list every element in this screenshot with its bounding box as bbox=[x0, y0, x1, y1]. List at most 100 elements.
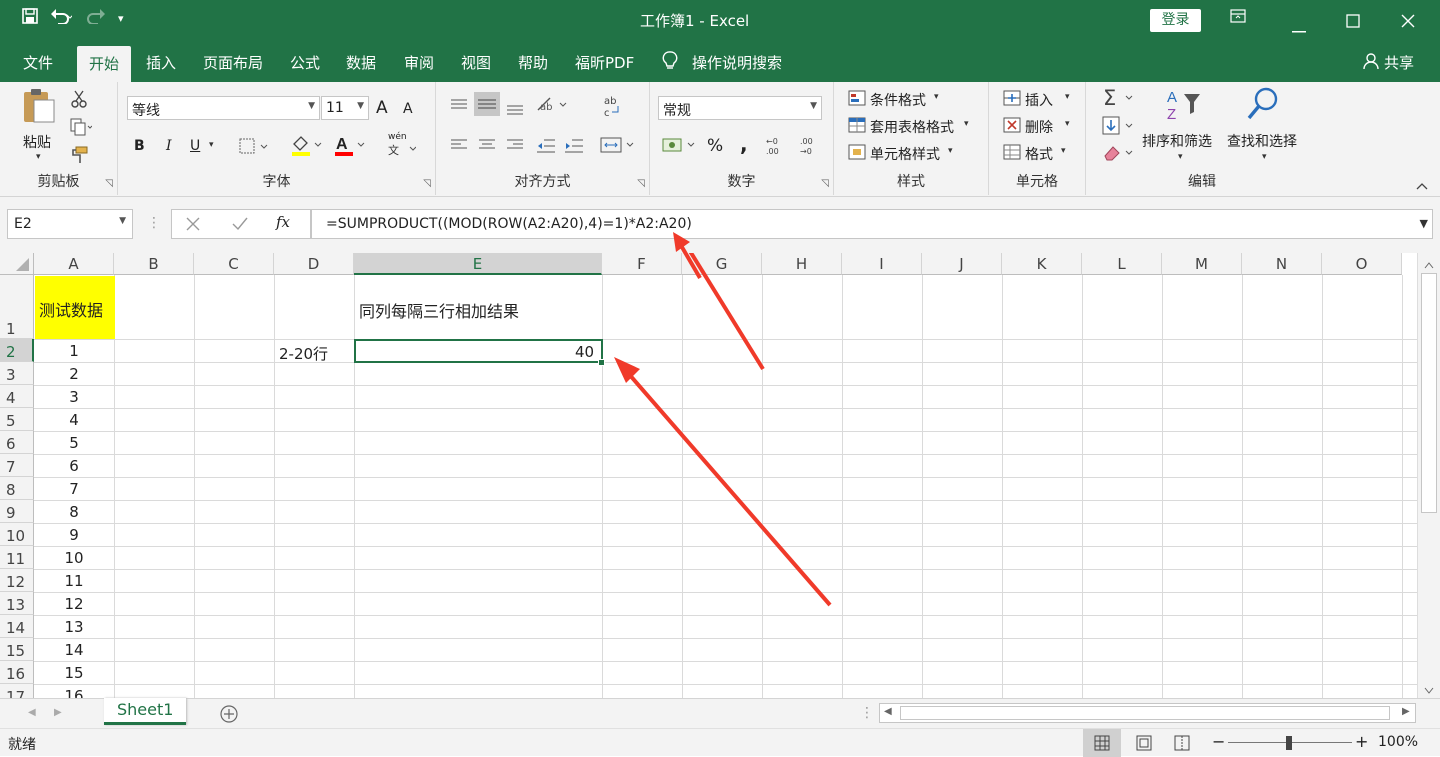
normal-view-button[interactable] bbox=[1083, 729, 1121, 757]
conditional-format-button[interactable]: 条件格式 bbox=[870, 90, 926, 110]
formula-input[interactable]: =SUMPRODUCT((MOD(ROW(A2:A20),4)=1)*A2:A2… bbox=[311, 209, 1433, 239]
insert-function-button[interactable]: fx bbox=[276, 213, 290, 231]
cell-a9[interactable]: 8 bbox=[34, 503, 114, 521]
align-top-icon[interactable] bbox=[450, 98, 468, 116]
format-table-button[interactable]: 套用表格格式 bbox=[870, 117, 954, 137]
vertical-scroll-thumb[interactable] bbox=[1421, 273, 1437, 513]
zoom-level[interactable]: 100% bbox=[1378, 734, 1418, 750]
align-left-icon[interactable] bbox=[450, 138, 468, 156]
cell-a11[interactable]: 10 bbox=[34, 549, 114, 567]
fill-handle[interactable] bbox=[598, 359, 605, 366]
tab-review[interactable]: 审阅 bbox=[404, 52, 434, 73]
number-launcher-icon[interactable]: ◹ bbox=[821, 178, 829, 189]
merge-center-icon[interactable] bbox=[600, 136, 636, 158]
tab-data[interactable]: 数据 bbox=[346, 52, 376, 73]
page-break-view-icon[interactable] bbox=[1174, 735, 1190, 755]
find-select-dropdown-icon[interactable]: ▾ bbox=[1262, 152, 1267, 162]
collapse-ribbon-icon[interactable] bbox=[1416, 178, 1428, 194]
pinyin-button[interactable]: wén bbox=[388, 132, 407, 142]
delete-cells-dropdown-icon[interactable]: ▾ bbox=[1065, 119, 1070, 129]
scroll-left-icon[interactable]: ◀ bbox=[884, 706, 892, 717]
bold-button[interactable]: B bbox=[134, 138, 145, 154]
redo-icon[interactable] bbox=[84, 8, 106, 28]
cell-a13[interactable]: 12 bbox=[34, 595, 114, 613]
customize-qat-icon[interactable]: ▾ bbox=[118, 12, 124, 25]
page-layout-view-icon[interactable] bbox=[1136, 735, 1152, 755]
sort-filter-button[interactable]: 排序和筛选 bbox=[1142, 131, 1212, 151]
copy-icon[interactable] bbox=[70, 118, 93, 140]
sheet-tab-sheet1[interactable]: Sheet1 bbox=[104, 698, 186, 725]
wrap-text-icon[interactable]: ab c bbox=[602, 94, 622, 124]
cell-d2[interactable]: 2-20行 bbox=[279, 343, 328, 364]
prev-sheet-icon[interactable]: ◀ bbox=[28, 707, 36, 718]
cell-a2[interactable]: 1 bbox=[34, 342, 114, 360]
increase-decimal-icon[interactable]: ←0.00 bbox=[766, 136, 788, 160]
cell-a7[interactable]: 6 bbox=[34, 457, 114, 475]
font-launcher-icon[interactable]: ◹ bbox=[423, 178, 431, 189]
font-color-icon[interactable]: A bbox=[334, 134, 368, 160]
vertical-scrollbar[interactable] bbox=[1417, 253, 1440, 698]
cell-styles-button[interactable]: 单元格样式 bbox=[870, 144, 940, 164]
tab-split-icon[interactable]: ⋮ bbox=[860, 705, 874, 721]
paste-label[interactable]: 粘贴 bbox=[23, 132, 51, 152]
orientation-icon[interactable]: ab bbox=[536, 96, 570, 118]
shrink-font-button[interactable]: A bbox=[403, 101, 413, 117]
format-cells-dropdown-icon[interactable]: ▾ bbox=[1061, 146, 1066, 156]
zoom-in-button[interactable]: + bbox=[1355, 732, 1368, 751]
ribbon-display-icon[interactable] bbox=[1230, 8, 1246, 27]
sort-filter-dropdown-icon[interactable]: ▾ bbox=[1178, 152, 1183, 162]
cell-a17[interactable]: 16 bbox=[34, 687, 114, 698]
cell-a8[interactable]: 7 bbox=[34, 480, 114, 498]
tab-view[interactable]: 视图 bbox=[461, 52, 491, 73]
cell-a14[interactable]: 13 bbox=[34, 618, 114, 636]
increase-indent-icon[interactable] bbox=[564, 138, 584, 158]
clipboard-launcher-icon[interactable]: ◹ bbox=[105, 178, 113, 189]
conditional-format-dropdown-icon[interactable]: ▾ bbox=[934, 92, 939, 102]
maximize-icon[interactable] bbox=[1346, 13, 1360, 32]
zoom-out-button[interactable]: − bbox=[1212, 732, 1225, 751]
horizontal-scrollbar[interactable]: ◀ ▶ bbox=[879, 703, 1416, 723]
align-middle-icon[interactable] bbox=[474, 92, 500, 120]
add-sheet-icon[interactable] bbox=[219, 704, 239, 728]
close-icon[interactable] bbox=[1401, 13, 1415, 32]
scroll-right-icon[interactable]: ▶ bbox=[1402, 706, 1410, 717]
accounting-format-icon[interactable] bbox=[662, 136, 698, 158]
cell-e2[interactable] bbox=[354, 339, 603, 363]
border-icon[interactable] bbox=[239, 138, 273, 158]
tab-insert[interactable]: 插入 bbox=[146, 52, 176, 73]
cut-icon[interactable] bbox=[70, 90, 88, 112]
cell-e1[interactable]: 同列每隔三行相加结果 bbox=[359, 298, 519, 322]
zoom-slider-thumb[interactable] bbox=[1286, 736, 1292, 750]
cell-styles-dropdown-icon[interactable]: ▾ bbox=[948, 146, 953, 156]
paste-dropdown-icon[interactable]: ▾ bbox=[36, 152, 41, 162]
expand-formula-icon[interactable]: ▼ bbox=[1420, 217, 1428, 230]
fill-color-icon[interactable] bbox=[291, 134, 325, 160]
confirm-entry-icon[interactable] bbox=[232, 217, 248, 235]
tab-help[interactable]: 帮助 bbox=[518, 52, 548, 73]
next-sheet-icon[interactable]: ▶ bbox=[54, 707, 62, 718]
cell-a15[interactable]: 14 bbox=[34, 641, 114, 659]
horizontal-scroll-thumb[interactable] bbox=[900, 706, 1390, 720]
cell-a3[interactable]: 2 bbox=[34, 365, 114, 383]
cell-a4[interactable]: 3 bbox=[34, 388, 114, 406]
paste-icon[interactable] bbox=[22, 88, 56, 128]
share-button[interactable]: 共享 bbox=[1384, 52, 1414, 73]
align-right-icon[interactable] bbox=[506, 138, 524, 156]
format-cells-button[interactable]: 格式 bbox=[1025, 144, 1053, 164]
percent-button[interactable]: % bbox=[707, 136, 723, 156]
name-box[interactable]: E2 ▼ bbox=[7, 209, 133, 239]
tab-home[interactable]: 开始 bbox=[77, 46, 132, 82]
insert-cells-dropdown-icon[interactable]: ▾ bbox=[1065, 92, 1070, 102]
scroll-down-icon[interactable] bbox=[1424, 683, 1434, 699]
fill-icon[interactable] bbox=[1102, 116, 1136, 140]
delete-cells-button[interactable]: 删除 bbox=[1025, 117, 1053, 137]
cell-a12[interactable]: 11 bbox=[34, 572, 114, 590]
tab-foxit-pdf[interactable]: 福昕PDF bbox=[575, 52, 634, 73]
decrease-indent-icon[interactable] bbox=[536, 138, 556, 158]
clear-icon[interactable] bbox=[1102, 144, 1136, 166]
underline-button[interactable]: U bbox=[190, 138, 200, 154]
font-name-select[interactable]: 等线 ▼ bbox=[127, 96, 320, 120]
insert-cells-button[interactable]: 插入 bbox=[1025, 90, 1053, 110]
cell-a6[interactable]: 5 bbox=[34, 434, 114, 452]
decrease-decimal-icon[interactable]: .00 →0 bbox=[800, 136, 822, 160]
